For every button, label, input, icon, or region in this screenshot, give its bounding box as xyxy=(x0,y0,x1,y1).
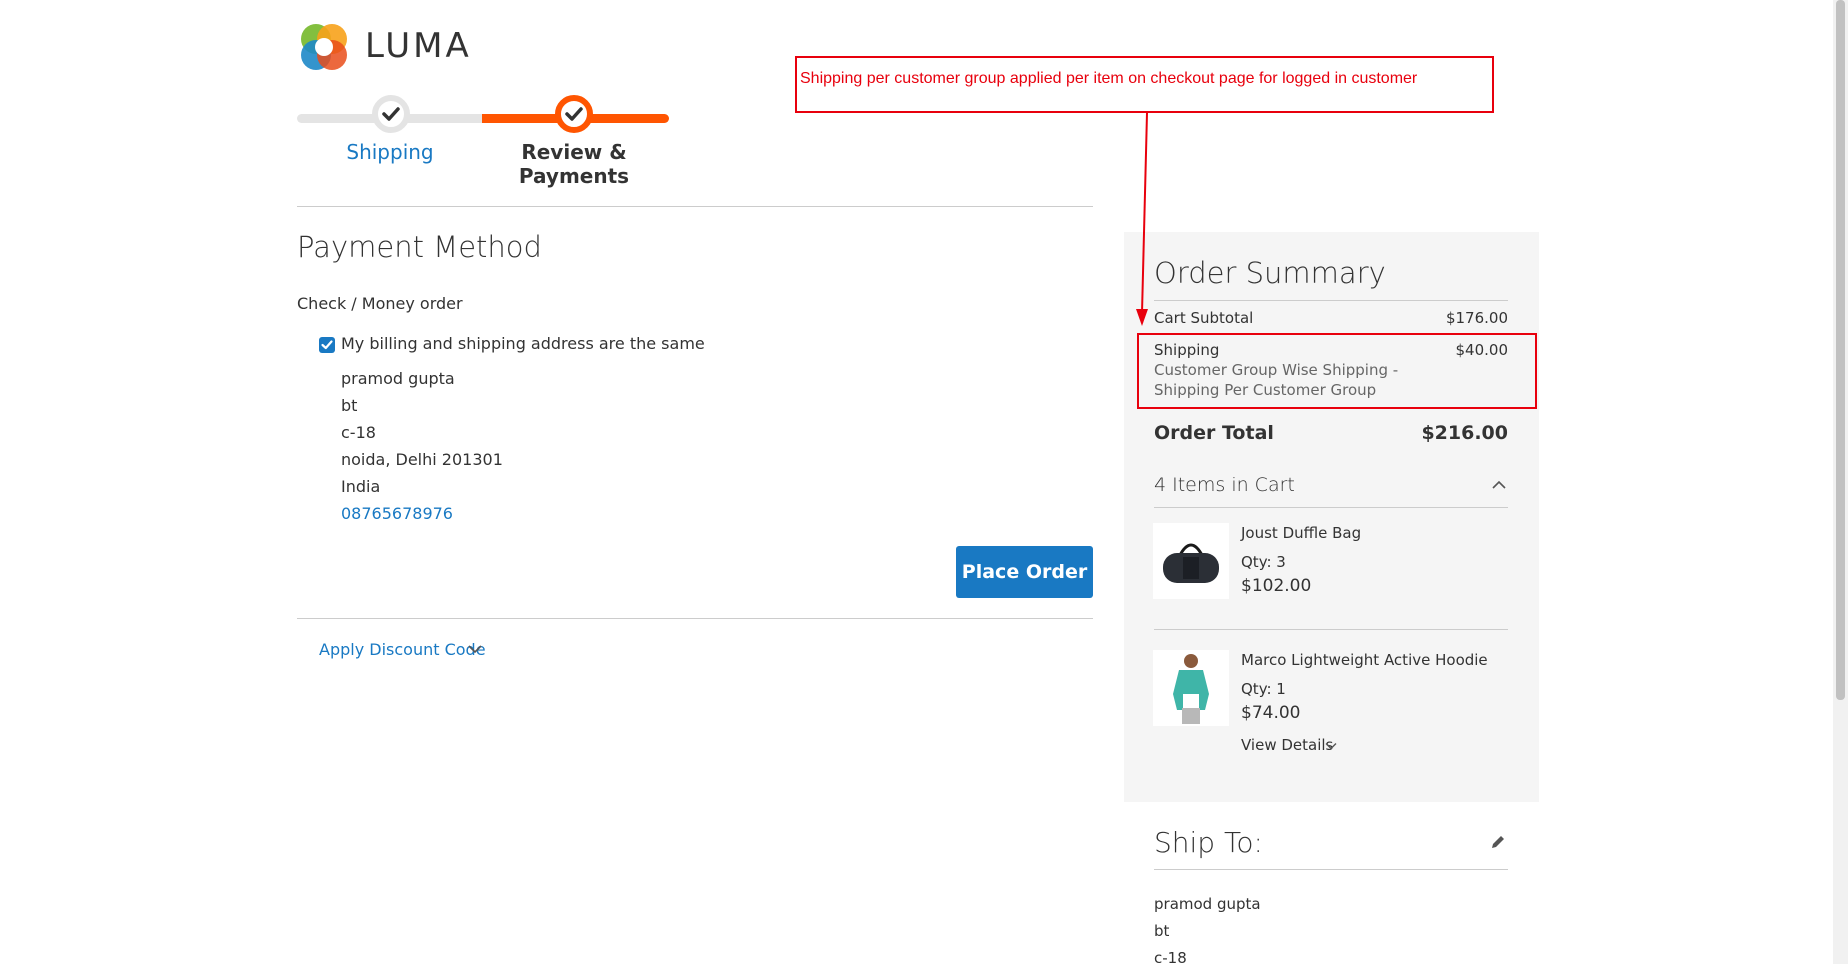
divider xyxy=(1154,300,1508,301)
cart-item-name: Marco Lightweight Active Hoodie xyxy=(1241,651,1488,669)
ship-to-name: pramod gupta xyxy=(1154,895,1261,913)
cart-item-name: Joust Duffle Bag xyxy=(1241,524,1362,542)
order-summary-title: Order Summary xyxy=(1154,256,1386,290)
divider xyxy=(1154,869,1508,870)
annotation-text: Shipping per customer group applied per … xyxy=(800,70,1418,87)
checkmark-icon xyxy=(321,340,333,350)
order-total-value: $216.00 xyxy=(1421,422,1508,444)
place-order-button[interactable]: Place Order xyxy=(956,546,1093,598)
divider xyxy=(1154,507,1508,508)
edit-pencil-icon[interactable] xyxy=(1488,832,1508,852)
checkmark-icon xyxy=(382,107,400,121)
scrollbar-thumb[interactable] xyxy=(1836,0,1845,700)
brand-name: LUMA xyxy=(365,26,472,66)
divider xyxy=(297,618,1093,619)
hoodie-icon xyxy=(1173,654,1209,724)
step-review-marker xyxy=(555,95,593,133)
billing-country: India xyxy=(341,477,381,496)
billing-company: bt xyxy=(341,396,358,415)
ship-to-title: Ship To: xyxy=(1154,826,1263,859)
same-address-checkbox[interactable] xyxy=(319,337,335,353)
cart-item-price: $102.00 xyxy=(1241,576,1312,596)
step-shipping-label[interactable]: Shipping xyxy=(300,140,480,164)
divider xyxy=(1154,629,1508,630)
billing-phone-link[interactable]: 08765678976 xyxy=(341,504,453,523)
annotation-highlight-box xyxy=(1137,333,1537,409)
cart-item-price: $74.00 xyxy=(1241,703,1301,723)
payment-method-option[interactable]: Check / Money order xyxy=(297,294,463,313)
annotation-arrow-icon xyxy=(1136,113,1148,326)
same-address-label[interactable]: My billing and shipping address are the … xyxy=(341,334,705,353)
cart-subtotal-value: $176.00 xyxy=(1445,309,1508,327)
billing-name: pramod gupta xyxy=(341,369,455,388)
step-shipping-marker[interactable] xyxy=(372,95,410,133)
ship-to-street: c-18 xyxy=(1154,949,1187,967)
payment-method-title: Payment Method xyxy=(297,230,542,264)
chevron-down-icon[interactable] xyxy=(1324,739,1338,753)
cart-subtotal-label: Cart Subtotal xyxy=(1154,309,1254,327)
luma-logo-mark-icon xyxy=(301,24,347,70)
product-thumbnail[interactable] xyxy=(1153,650,1229,726)
duffle-bag-icon xyxy=(1163,543,1219,583)
view-details-toggle[interactable]: View Details xyxy=(1241,736,1333,754)
apply-discount-link[interactable]: Apply Discount Code xyxy=(319,640,486,659)
items-in-cart-toggle[interactable]: 4 Items in Cart xyxy=(1154,474,1295,496)
chevron-down-icon[interactable] xyxy=(466,640,484,658)
checkmark-icon xyxy=(565,107,583,121)
product-thumbnail[interactable] xyxy=(1153,523,1229,599)
chevron-up-icon[interactable] xyxy=(1490,476,1508,494)
order-total-label: Order Total xyxy=(1154,422,1274,444)
step-review-label: Review & Payments xyxy=(518,140,630,188)
billing-street: c-18 xyxy=(341,423,376,442)
cart-item-qty: Qty: 1 xyxy=(1241,680,1286,698)
billing-city: noida, Delhi 201301 xyxy=(341,450,503,469)
divider xyxy=(297,206,1093,207)
cart-item-qty: Qty: 3 xyxy=(1241,553,1286,571)
ship-to-company: bt xyxy=(1154,922,1170,940)
